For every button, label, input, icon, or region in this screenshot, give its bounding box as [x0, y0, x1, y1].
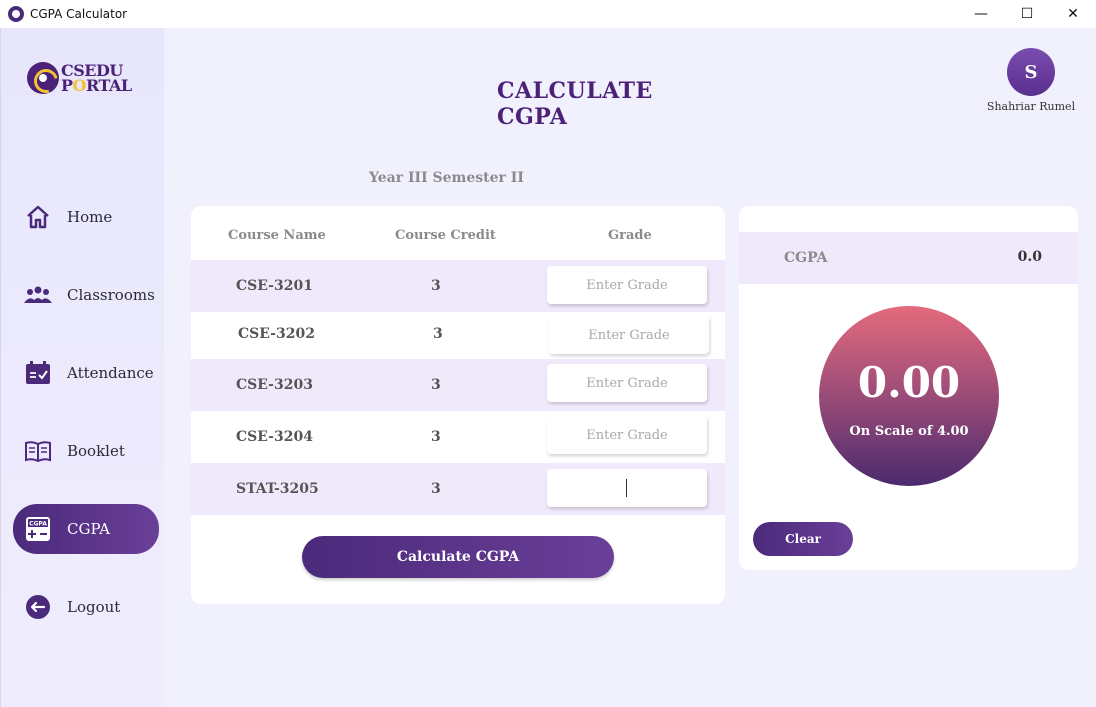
grade-input[interactable]: [547, 364, 707, 402]
course-table-card: Course Name Course Credit Grade CSE-3201…: [191, 206, 725, 604]
portal-logo: CSEDU PORTAL: [27, 60, 137, 96]
user-profile[interactable]: S Shahriar Rumel: [986, 48, 1076, 113]
close-button[interactable]: ✕: [1050, 0, 1096, 28]
cgpa-summary-row: CGPA 0.0: [739, 232, 1078, 284]
sidebar-item-label: Classrooms: [67, 286, 155, 304]
window-titlebar: CGPA Calculator — ☐ ✕: [0, 0, 1096, 28]
grade-input[interactable]: [547, 266, 707, 304]
sidebar-item-label: Booklet: [67, 442, 125, 460]
cgpa-value: 0.0: [1017, 249, 1042, 265]
grade-input-focused[interactable]: [547, 469, 707, 507]
grade-input[interactable]: [547, 416, 707, 454]
cgpa-label: CGPA: [784, 250, 828, 266]
sidebar-item-classrooms[interactable]: Classrooms: [13, 270, 159, 320]
sidebar: CSEDU PORTAL Home Classrooms Attendance …: [0, 28, 164, 707]
course-name: CSE-3201: [236, 278, 313, 294]
text-cursor: [626, 479, 627, 497]
course-name: CSE-3203: [236, 377, 313, 393]
sidebar-item-label: CGPA: [67, 520, 111, 538]
people-icon: [24, 281, 52, 309]
minimize-button[interactable]: —: [958, 0, 1004, 28]
sidebar-item-home[interactable]: Home: [13, 192, 159, 242]
window-title: CGPA Calculator: [30, 7, 128, 21]
result-card: CGPA 0.0 0.00 On Scale of 4.00 Clear: [739, 206, 1078, 570]
user-name: Shahriar Rumel: [986, 100, 1076, 113]
calculator-icon-label: CGPA: [29, 521, 47, 528]
course-name: CSE-3204: [236, 429, 313, 445]
course-credit: 3: [431, 481, 441, 497]
maximize-button[interactable]: ☐: [1004, 0, 1050, 28]
book-icon: [24, 437, 52, 465]
avatar[interactable]: S: [1007, 48, 1055, 96]
logout-icon: [24, 593, 52, 621]
sidebar-item-attendance[interactable]: Attendance: [13, 348, 159, 398]
sidebar-item-booklet[interactable]: Booklet: [13, 426, 159, 476]
course-credit: 3: [431, 278, 441, 294]
main-content: CALCULATE CGPA S Shahriar Rumel Year III…: [164, 28, 1096, 707]
column-header-grade: Grade: [608, 228, 652, 243]
logo-mark-icon: [27, 62, 59, 94]
calculate-cgpa-button[interactable]: Calculate CGPA: [302, 536, 614, 578]
calculator-icon: CGPA: [24, 515, 52, 543]
sidebar-item-label: Logout: [67, 598, 121, 616]
course-name: STAT-3205: [236, 481, 319, 497]
app-icon: [8, 6, 24, 22]
table-row: STAT-3205 3: [191, 463, 725, 515]
sidebar-item-logout[interactable]: Logout: [13, 582, 159, 632]
page-title: CALCULATE CGPA: [497, 78, 653, 130]
sidebar-item-label: Attendance: [67, 364, 154, 382]
table-row: CSE-3201 3: [191, 260, 725, 312]
logo-text: CSEDU PORTAL: [61, 61, 132, 95]
grade-input[interactable]: [549, 316, 709, 354]
calendar-check-icon: [24, 359, 52, 387]
table-row: CSE-3204 3: [191, 411, 725, 463]
column-header-credit: Course Credit: [395, 228, 496, 243]
table-row: CSE-3203 3: [191, 359, 725, 411]
cgpa-result-circle: 0.00 On Scale of 4.00: [819, 306, 999, 486]
table-header: Course Name Course Credit Grade: [191, 206, 725, 260]
sidebar-item-label: Home: [67, 208, 113, 226]
window-controls: — ☐ ✕: [958, 0, 1096, 28]
semester-label: Year III Semester II: [369, 170, 524, 186]
home-icon: [24, 203, 52, 231]
course-credit: 3: [431, 377, 441, 393]
clear-button[interactable]: Clear: [753, 522, 853, 556]
cgpa-big-value: 0.00: [857, 358, 961, 407]
column-header-course: Course Name: [228, 228, 326, 243]
cgpa-scale-text: On Scale of 4.00: [849, 424, 969, 439]
table-row: CSE-3202 3: [191, 312, 725, 364]
course-credit: 3: [431, 429, 441, 445]
sidebar-item-cgpa[interactable]: CGPA CGPA: [13, 504, 159, 554]
course-name: CSE-3202: [238, 326, 315, 342]
course-credit: 3: [433, 326, 443, 342]
